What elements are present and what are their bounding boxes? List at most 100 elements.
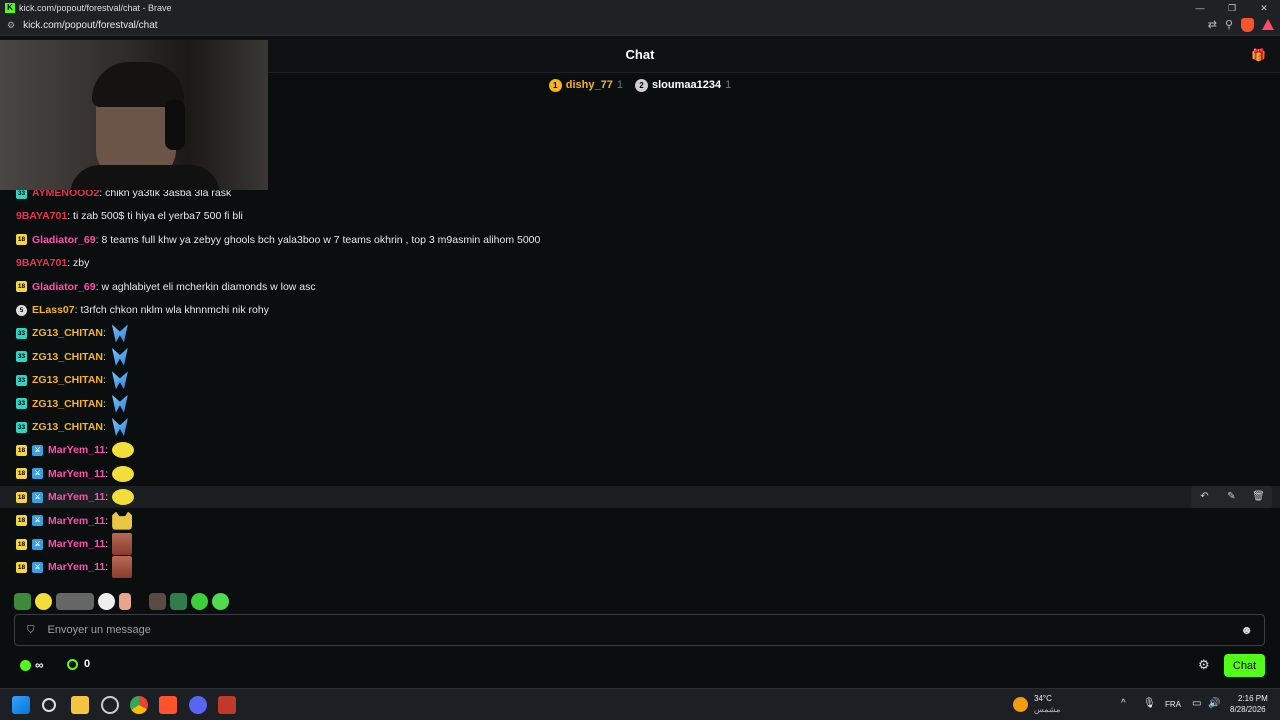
- chat-message-text: :: [105, 467, 109, 480]
- chat-username[interactable]: ZG13_CHITAN: [32, 421, 103, 433]
- clock-time[interactable]: 2:16 PM: [1238, 694, 1268, 703]
- search-icon[interactable]: [42, 698, 56, 712]
- kicks-balance[interactable]: 0: [67, 658, 90, 670]
- network-icon[interactable]: ▭: [1192, 698, 1201, 709]
- clock-date[interactable]: 8/28/2026: [1230, 705, 1266, 714]
- chat-username[interactable]: MarYem_11: [48, 468, 105, 480]
- chat-message[interactable]: 33 ZG13_CHITAN:: [0, 393, 1280, 415]
- gift-icon[interactable]: 🎁: [1251, 48, 1266, 62]
- chat-message[interactable]: 18 ⚔ MarYem_11:: [0, 556, 1280, 579]
- leaderboard-entry[interactable]: 2 sloumaa1234 1: [634, 78, 731, 92]
- chrome-icon[interactable]: [130, 696, 148, 714]
- chat-message[interactable]: 33 ZG13_CHITAN:: [0, 369, 1280, 391]
- emote-icon[interactable]: [170, 592, 187, 610]
- chat-message[interactable]: 33 ZG13_CHITAN:: [0, 346, 1280, 368]
- subscriber-badge-icon: 5: [16, 304, 27, 316]
- chat-message-text: :: [102, 397, 106, 410]
- translate-icon[interactable]: ⇄: [1208, 18, 1217, 32]
- chat-message-list[interactable]: 33 AYMENOOO2: chikn ya3tik 3asba 3la rask…: [0, 184, 1280, 584]
- brave-browser-icon[interactable]: [159, 696, 177, 714]
- shield-icon[interactable]: ⛉: [27, 625, 35, 636]
- chat-username[interactable]: ELass07: [32, 304, 75, 316]
- chat-username[interactable]: MarYem_11: [48, 561, 105, 573]
- volume-icon[interactable]: 🔊: [1208, 698, 1220, 709]
- discord-icon[interactable]: [189, 696, 207, 714]
- chat-username[interactable]: 9BAYA701: [16, 210, 67, 222]
- emote-icon[interactable]: [119, 592, 131, 610]
- brave-rewards-icon[interactable]: [1262, 19, 1274, 30]
- emote-icon[interactable]: [112, 489, 135, 506]
- chat-message[interactable]: 18 ⚔ MarYem_11:: [0, 463, 1280, 485]
- chat-username[interactable]: Gladiator_69: [32, 281, 96, 293]
- chat-username[interactable]: ZG13_CHITAN: [32, 351, 103, 363]
- app-icon[interactable]: [218, 696, 236, 714]
- chat-message[interactable]: 5 ELass07: t3rfch chkon nklm wla khnnmchi…: [0, 299, 1280, 321]
- settings-app-icon[interactable]: [101, 696, 119, 714]
- chat-username[interactable]: ZG13_CHITAN: [32, 374, 103, 386]
- emote-icon[interactable]: [111, 324, 128, 343]
- chat-message[interactable]: 18 ⚔ MarYem_11:: [0, 439, 1280, 461]
- chat-username[interactable]: MarYem_11: [48, 538, 105, 550]
- chat-settings-icon[interactable]: ⚙: [1198, 657, 1210, 673]
- brave-shields-icon[interactable]: [1241, 18, 1254, 32]
- restore-button[interactable]: ❐: [1216, 0, 1248, 16]
- emote-icon[interactable]: [149, 592, 166, 610]
- chat-username[interactable]: 9BAYA701: [16, 257, 67, 269]
- send-chat-button[interactable]: Chat: [1224, 654, 1265, 677]
- chat-username[interactable]: ZG13_CHITAN: [32, 327, 103, 339]
- subscriber-badge-icon: 18: [16, 468, 27, 480]
- microphone-icon[interactable]: 🎙: [1143, 698, 1156, 709]
- tray-overflow-icon[interactable]: ^: [1121, 698, 1126, 709]
- moderator-badge-icon: ⚔: [32, 515, 43, 527]
- chat-username[interactable]: MarYem_11: [48, 444, 105, 456]
- minimize-button[interactable]: —: [1184, 0, 1216, 16]
- emote-icon[interactable]: [98, 592, 115, 610]
- chat-message[interactable]: 18 ⚔ MarYem_11:: [0, 510, 1280, 532]
- leaderboard-entry[interactable]: 1 dishy_77 1: [548, 78, 623, 92]
- emote-icon[interactable]: [135, 593, 145, 610]
- weather-icon: [1013, 697, 1028, 712]
- language-indicator[interactable]: FRA: [1165, 700, 1181, 709]
- emote-icon[interactable]: [112, 533, 133, 555]
- chat-username[interactable]: Gladiator_69: [32, 234, 96, 246]
- emote-icon[interactable]: [14, 592, 31, 610]
- emoji-picker-icon[interactable]: ☻: [1240, 623, 1253, 637]
- emote-icon[interactable]: [56, 592, 94, 610]
- emote-icon[interactable]: [191, 592, 208, 610]
- url-field[interactable]: kick.com/popout/forestval/chat: [23, 20, 158, 31]
- close-button[interactable]: ✕: [1248, 0, 1280, 16]
- chat-message[interactable]: 18 ⚔ MarYem_11: ↶ ✎ 🗑: [0, 486, 1280, 509]
- windows-start-icon[interactable]: [12, 696, 30, 714]
- emote-icon[interactable]: [212, 592, 229, 610]
- chat-username[interactable]: ZG13_CHITAN: [32, 398, 103, 410]
- emote-icon[interactable]: [111, 347, 128, 366]
- points-icon: [20, 659, 31, 671]
- emote-icon[interactable]: [35, 592, 52, 610]
- chat-message[interactable]: 9BAYA701: zby: [0, 252, 1280, 274]
- chat-message[interactable]: 18 Gladiator_69: 8 teams full khw ya zeby…: [0, 229, 1280, 251]
- emote-icon[interactable]: [111, 394, 128, 413]
- channel-points[interactable]: ∞: [20, 658, 44, 672]
- file-explorer-icon[interactable]: [71, 696, 89, 714]
- chat-message[interactable]: 33 ZG13_CHITAN:: [0, 322, 1280, 344]
- chat-message[interactable]: 18 ⚔ MarYem_11:: [0, 533, 1280, 555]
- emote-icon[interactable]: [112, 465, 135, 482]
- chat-message-text: : zby: [67, 257, 90, 270]
- chat-username[interactable]: MarYem_11: [48, 515, 105, 527]
- chat-message-input[interactable]: [47, 624, 1198, 636]
- chat-message[interactable]: 33 ZG13_CHITAN:: [0, 416, 1280, 438]
- emote-icon[interactable]: [112, 511, 133, 530]
- emote-icon[interactable]: [112, 442, 135, 459]
- emote-icon[interactable]: [112, 556, 133, 579]
- emote-icon[interactable]: [111, 371, 128, 390]
- chat-title: Chat: [625, 47, 655, 62]
- emote-icon[interactable]: [111, 418, 128, 436]
- reply-icon[interactable]: ↶: [1191, 486, 1218, 508]
- zoom-icon[interactable]: ⚲: [1225, 18, 1233, 32]
- pin-icon[interactable]: ✎: [1218, 486, 1245, 508]
- chat-username[interactable]: MarYem_11: [48, 491, 105, 503]
- chat-message[interactable]: 18 Gladiator_69: w aghlabiyet eli mcherki…: [0, 276, 1280, 298]
- delete-icon[interactable]: 🗑: [1245, 486, 1272, 508]
- site-settings-icon[interactable]: ⚙: [7, 20, 15, 31]
- chat-message[interactable]: 9BAYA701: ti zab 500$ ti hiya el yerba7 …: [0, 205, 1280, 227]
